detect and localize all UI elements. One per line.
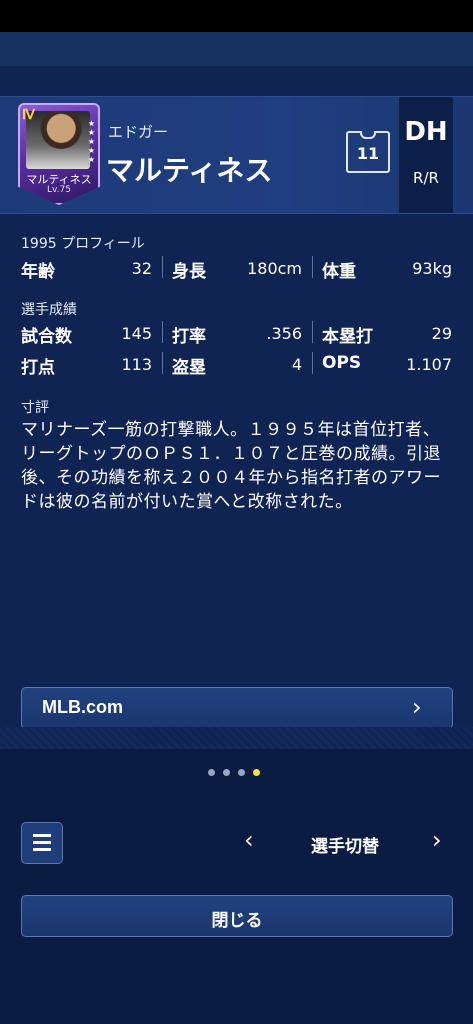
menu-icon (33, 834, 51, 837)
card-level: Lv.75 (47, 185, 71, 195)
player-last-name: マルティネス (106, 154, 273, 187)
profile-section-title: 1995 プロフィール (21, 236, 145, 252)
mlb-link-button[interactable]: MLB.com › (21, 687, 453, 729)
avg-value: .356 (266, 324, 302, 343)
close-label: 閉じる (211, 911, 263, 931)
hr-label: 本塁打 (322, 327, 373, 347)
status-bar (0, 0, 473, 32)
player-header: Ⅳ ★ ★ ★ ★ ★ マルティネス Lv.75 エドガー マルティネス 11 DH R… (0, 96, 473, 214)
page-dot[interactable] (208, 769, 215, 776)
page-dot-active[interactable] (253, 769, 260, 776)
divider (162, 321, 163, 343)
chevron-right-icon: › (412, 693, 422, 721)
jersey-number: 11 (356, 144, 380, 163)
divider (162, 256, 163, 278)
chevron-left-icon[interactable]: ‹ (244, 826, 254, 854)
stats-section-title: 選手成績 (21, 302, 77, 318)
decorative-pattern (0, 727, 473, 749)
divider (312, 321, 313, 343)
divider (312, 352, 313, 374)
divider (162, 352, 163, 374)
ops-label: OPS (322, 353, 362, 373)
player-first-name: エドガー (108, 123, 169, 141)
menu-button[interactable] (21, 822, 63, 864)
player-switch-label: 選手切替 (311, 837, 379, 857)
sb-label: 盗塁 (172, 358, 206, 378)
player-card: Ⅳ ★ ★ ★ ★ ★ マルティネス Lv.75 (18, 103, 100, 205)
games-value: 145 (121, 324, 152, 343)
review-section-title: 寸評 (21, 400, 49, 416)
games-label: 試合数 (21, 327, 72, 347)
position: DH (404, 117, 448, 147)
sb-value: 4 (291, 355, 302, 374)
height-label: 身長 (172, 262, 206, 282)
bottom-area (0, 749, 473, 1024)
page-dot[interactable] (223, 769, 230, 776)
mlb-link-label: MLB.com (42, 697, 123, 717)
star-icons: ★ ★ ★ ★ ★ (87, 119, 95, 164)
height-value: 180cm (247, 259, 302, 278)
position-box: DH R/R (399, 97, 453, 213)
page-dot[interactable] (238, 769, 245, 776)
weight-value: 93kg (412, 259, 452, 278)
age-value: 32 (131, 259, 152, 278)
jersey-icon: 11 (346, 131, 390, 173)
ops-value: 1.107 (406, 355, 452, 374)
page-indicator (208, 761, 268, 780)
divider (312, 256, 313, 278)
chevron-right-icon[interactable]: › (432, 826, 442, 854)
avg-label: 打率 (172, 327, 206, 347)
top-band (0, 32, 473, 66)
age-label: 年齢 (21, 262, 55, 282)
rbi-label: 打点 (21, 358, 55, 378)
player-photo (26, 111, 90, 169)
weight-label: 体重 (322, 262, 356, 282)
handedness: R/R (413, 169, 439, 187)
rbi-value: 113 (121, 355, 152, 374)
card-rank: Ⅳ (22, 108, 35, 123)
hr-value: 29 (431, 324, 452, 343)
review-text: マリナーズ一筋の打撃職人。１９９５年は首位打者、リーグトップのＯＰＳ１．１０７と… (21, 420, 441, 512)
close-button[interactable]: 閉じる (21, 895, 453, 937)
top-band-lower (0, 66, 473, 94)
